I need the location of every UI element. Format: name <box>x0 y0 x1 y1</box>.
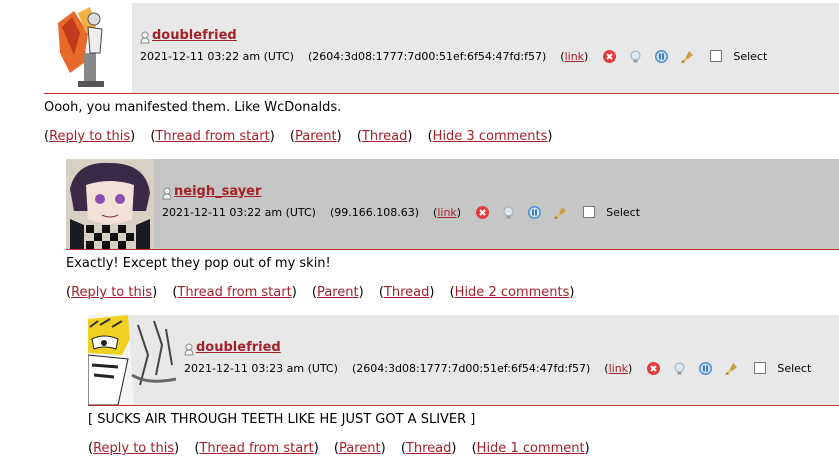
poster-ip: (2604:3d08:1777:7d00:51ef:6f54:47fd:f57) <box>307 49 547 63</box>
track-icon[interactable] <box>501 205 516 220</box>
hide-comments-link[interactable]: Hide 2 comments <box>455 285 570 300</box>
comment-body: Exactly! Except they pop out of my skin! <box>66 256 331 271</box>
poster-ip: (99.166.108.63) <box>329 205 420 219</box>
hide-comments-link[interactable]: Hide 3 comments <box>433 129 548 144</box>
comment: neigh_sayer 2021-12-11 03:22 am (UTC) (9… <box>0 156 839 312</box>
username-link[interactable]: neigh_sayer <box>174 184 261 199</box>
comment-timestamp: 2021-12-11 03:23 am (UTC) <box>184 361 338 375</box>
comment: doublefried 2021-12-11 03:23 am (UTC) (2… <box>0 312 839 468</box>
reply-link[interactable]: Reply to this <box>93 441 174 456</box>
thread-from-start-link[interactable]: Thread from start <box>177 285 291 300</box>
screen-icon[interactable] <box>724 361 739 376</box>
thread-from-start-link[interactable]: Thread from start <box>199 441 313 456</box>
username-link[interactable]: doublefried <box>152 28 237 43</box>
permalink[interactable]: link <box>609 362 628 375</box>
select-label: Select <box>777 361 812 375</box>
comment-header: neigh_sayer 2021-12-11 03:22 am (UTC) (9… <box>66 159 839 250</box>
thread-from-start-link[interactable]: Thread from start <box>155 129 269 144</box>
comment-header: doublefried 2021-12-11 03:22 am (UTC) (2… <box>44 3 839 94</box>
permalink[interactable]: link <box>565 50 584 63</box>
freeze-icon[interactable] <box>527 205 542 220</box>
thread-link[interactable]: Thread <box>362 129 407 144</box>
user-icon <box>140 29 150 43</box>
permalink[interactable]: link <box>437 206 456 219</box>
delete-icon[interactable] <box>646 361 661 376</box>
comment-timestamp: 2021-12-11 03:22 am (UTC) <box>162 205 316 219</box>
hide-comments-link[interactable]: Hide 1 comment <box>477 441 585 456</box>
comment: doublefried 2021-12-11 03:22 am (UTC) (2… <box>0 0 839 156</box>
comment-body: Oooh, you manifested them. Like WcDonald… <box>44 100 342 115</box>
avatar[interactable] <box>44 3 132 93</box>
delete-icon[interactable] <box>602 49 617 64</box>
avatar[interactable] <box>66 159 154 249</box>
select-checkbox[interactable] <box>754 362 767 374</box>
comment-timestamp: 2021-12-11 03:22 am (UTC) <box>140 49 294 63</box>
poster-ip: (2604:3d08:1777:7d00:51ef:6f54:47fd:f57) <box>351 361 591 375</box>
username-link[interactable]: doublefried <box>196 340 281 355</box>
delete-icon[interactable] <box>475 205 490 220</box>
select-checkbox[interactable] <box>710 50 723 62</box>
comment-actions: (Reply to this) (Thread from start) (Par… <box>66 285 575 300</box>
screen-icon[interactable] <box>553 205 568 220</box>
parent-link[interactable]: Parent <box>295 129 337 144</box>
select-checkbox[interactable] <box>583 206 596 218</box>
parent-link[interactable]: Parent <box>317 285 359 300</box>
parent-link[interactable]: Parent <box>339 441 381 456</box>
user-icon <box>162 185 172 199</box>
reply-link[interactable]: Reply to this <box>71 285 152 300</box>
comment-body: [ SUCKS AIR THROUGH TEETH LIKE HE JUST G… <box>88 412 476 427</box>
select-label: Select <box>606 205 641 219</box>
screen-icon[interactable] <box>680 49 695 64</box>
thread-link[interactable]: Thread <box>406 441 451 456</box>
comment-actions: (Reply to this) (Thread from start) (Par… <box>88 441 590 456</box>
freeze-icon[interactable] <box>698 361 713 376</box>
track-icon[interactable] <box>628 49 643 64</box>
track-icon[interactable] <box>672 361 687 376</box>
comment-actions: (Reply to this) (Thread from start) (Par… <box>44 129 553 144</box>
avatar[interactable] <box>88 315 176 405</box>
reply-link[interactable]: Reply to this <box>49 129 130 144</box>
freeze-icon[interactable] <box>654 49 669 64</box>
user-icon <box>184 341 194 355</box>
thread-link[interactable]: Thread <box>384 285 429 300</box>
comment-header: doublefried 2021-12-11 03:23 am (UTC) (2… <box>88 315 839 406</box>
select-label: Select <box>733 49 768 63</box>
